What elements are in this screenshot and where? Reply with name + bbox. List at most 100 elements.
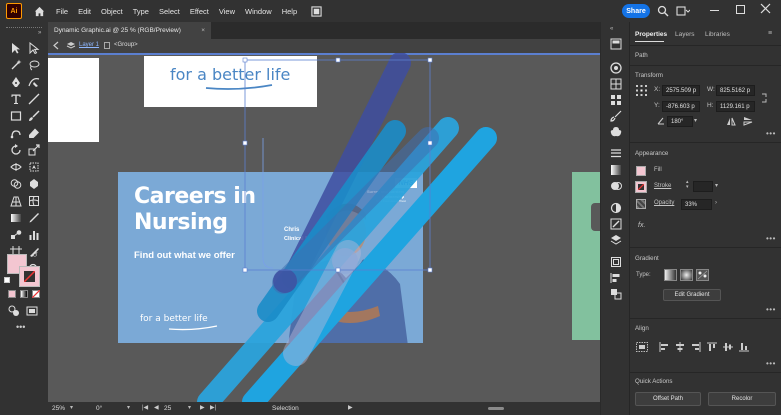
align-vertical-center-icon[interactable] — [723, 342, 733, 354]
panel-menu-icon[interactable]: ≡ — [768, 30, 772, 37]
direct-selection-tool-icon[interactable] — [28, 41, 40, 55]
draw-mode-icon[interactable] — [8, 305, 20, 317]
transform-more-options-icon[interactable]: ••• — [766, 129, 776, 138]
mesh-tool-icon[interactable] — [28, 195, 40, 207]
menu-edit[interactable]: Edit — [78, 7, 91, 16]
menu-select[interactable]: Select — [159, 7, 180, 16]
menu-help[interactable]: Help — [282, 7, 297, 16]
color-panel-icon[interactable] — [610, 62, 622, 74]
status-arrow-icon[interactable]: ▶ — [348, 404, 353, 411]
eraser-tool-icon[interactable] — [28, 127, 40, 139]
arrange-documents-icon[interactable] — [309, 4, 323, 18]
shape-builder-tool-icon[interactable] — [10, 178, 22, 190]
gradient-panel-icon[interactable] — [610, 164, 622, 176]
first-artboard-icon[interactable]: |◀ — [142, 404, 148, 411]
h-field[interactable]: 1129.161 p — [716, 101, 755, 112]
horizontal-scrollbar-thumb[interactable] — [488, 407, 504, 410]
gradient-tool-icon[interactable] — [10, 212, 22, 224]
type-tool-icon[interactable] — [10, 93, 22, 105]
curvature-tool-icon[interactable] — [28, 76, 40, 88]
menu-file[interactable]: File — [56, 7, 68, 16]
minimize-icon[interactable] — [710, 10, 719, 11]
next-artboard-icon[interactable]: ▶ — [200, 404, 205, 411]
align-panel-icon[interactable] — [610, 272, 622, 284]
gradient-more-options-icon[interactable]: ••• — [766, 305, 776, 314]
artboard-dropdown-icon[interactable]: ▾ — [188, 404, 191, 411]
y-field[interactable]: -876.603 p — [662, 101, 700, 112]
rotation-field[interactable]: 180° — [667, 116, 693, 127]
edit-gradient-button[interactable]: Edit Gradient — [663, 289, 721, 301]
freeform-gradient-icon[interactable] — [696, 269, 709, 281]
close-icon[interactable] — [760, 3, 771, 16]
layers-panel-icon[interactable] — [610, 234, 622, 246]
free-transform-tool-icon[interactable] — [28, 161, 40, 173]
column-graph-tool-icon[interactable] — [28, 229, 40, 241]
gradient-mode-icon[interactable] — [20, 290, 28, 298]
selection-tool-icon[interactable] — [10, 42, 22, 54]
maximize-icon[interactable] — [736, 5, 745, 14]
color-guide-icon[interactable] — [610, 78, 622, 90]
live-paint-tool-icon[interactable] — [28, 178, 40, 190]
workspace-switcher-icon[interactable] — [676, 5, 691, 19]
document-close-icon[interactable]: × — [201, 27, 205, 34]
edit-toolbar-icon[interactable]: ••• — [16, 322, 25, 332]
align-top-icon[interactable] — [707, 342, 717, 354]
graphic-styles-icon[interactable] — [610, 218, 622, 230]
zoom-dropdown-icon[interactable]: ▾ — [70, 404, 73, 411]
align-bottom-icon[interactable] — [739, 342, 749, 354]
align-left-icon[interactable] — [659, 342, 669, 354]
w-field[interactable]: 825.5162 p — [716, 85, 755, 96]
stroke-panel-icon[interactable] — [610, 148, 622, 160]
radial-gradient-icon[interactable] — [680, 269, 693, 281]
zoom-level[interactable]: 25% — [52, 405, 65, 412]
previous-artboard-icon[interactable]: ◀ — [154, 404, 159, 411]
artboard-canvas[interactable]: for a better life NHS Surrey and Borders… — [48, 53, 600, 402]
symbols-panel-icon[interactable] — [610, 126, 622, 138]
perspective-grid-tool-icon[interactable] — [10, 195, 22, 207]
flip-horizontal-icon[interactable] — [726, 117, 736, 128]
fx-effects-button[interactable]: fx. — [638, 222, 645, 229]
back-arrow-icon[interactable] — [52, 41, 61, 52]
transparency-panel-icon[interactable] — [610, 180, 622, 192]
opacity-slider-arrow-icon[interactable]: › — [715, 200, 717, 206]
none-mode-icon[interactable] — [32, 290, 40, 298]
rotate-tool-icon[interactable] — [10, 144, 22, 156]
tab-layers[interactable]: Layers — [675, 31, 695, 38]
rotation-dropdown-arrow-icon[interactable]: ▾ — [694, 117, 697, 124]
document-tab[interactable]: Dynamic Graphic.ai @ 25 % (RGB/Preview) … — [48, 22, 211, 39]
breadcrumb-group[interactable]: <Group> — [114, 42, 138, 48]
rotation-dropdown-icon[interactable]: ▾ — [127, 404, 130, 411]
paintbrush-tool-icon[interactable] — [28, 110, 40, 122]
tab-properties[interactable]: Properties — [635, 31, 667, 38]
align-to-selection-icon[interactable] — [636, 342, 648, 354]
swatches-panel-icon[interactable] — [610, 94, 622, 106]
linear-gradient-icon[interactable] — [664, 269, 677, 281]
default-fill-stroke-icon[interactable] — [4, 277, 10, 283]
recolor-button[interactable]: Recolor — [708, 392, 776, 406]
fill-color-swatch[interactable] — [636, 166, 646, 176]
collapse-toolbar-icon[interactable]: » — [38, 30, 41, 36]
align-right-icon[interactable] — [691, 342, 701, 354]
magic-wand-tool-icon[interactable] — [10, 59, 22, 71]
rectangle-tool-icon[interactable] — [10, 110, 22, 122]
properties-panel-icon[interactable] — [610, 38, 622, 50]
last-artboard-icon[interactable]: ▶| — [210, 404, 216, 411]
strip-collapse-icon[interactable]: « — [610, 26, 613, 32]
stroke-weight-field[interactable] — [693, 181, 713, 192]
menu-type[interactable]: Type — [133, 7, 149, 16]
stroke-swatch[interactable] — [19, 266, 40, 287]
align-more-options-icon[interactable]: ••• — [766, 359, 776, 368]
breadcrumb-layer[interactable]: Layer 1 — [79, 42, 99, 48]
opacity-label[interactable]: Opacity — [654, 200, 674, 206]
menu-object[interactable]: Object — [101, 7, 123, 16]
artboards-panel-icon[interactable] — [610, 256, 622, 268]
color-mode-icon[interactable] — [8, 290, 16, 298]
screen-mode-icon[interactable] — [26, 305, 38, 317]
shaper-tool-icon[interactable] — [10, 127, 22, 139]
stroke-color-swatch[interactable] — [635, 181, 647, 193]
constrain-proportions-icon[interactable] — [760, 93, 768, 105]
home-icon[interactable] — [32, 4, 46, 18]
appearance-more-options-icon[interactable]: ••• — [766, 234, 776, 243]
rotation-value[interactable]: 0° — [96, 405, 102, 412]
offset-path-button[interactable]: Offset Path — [635, 392, 701, 406]
